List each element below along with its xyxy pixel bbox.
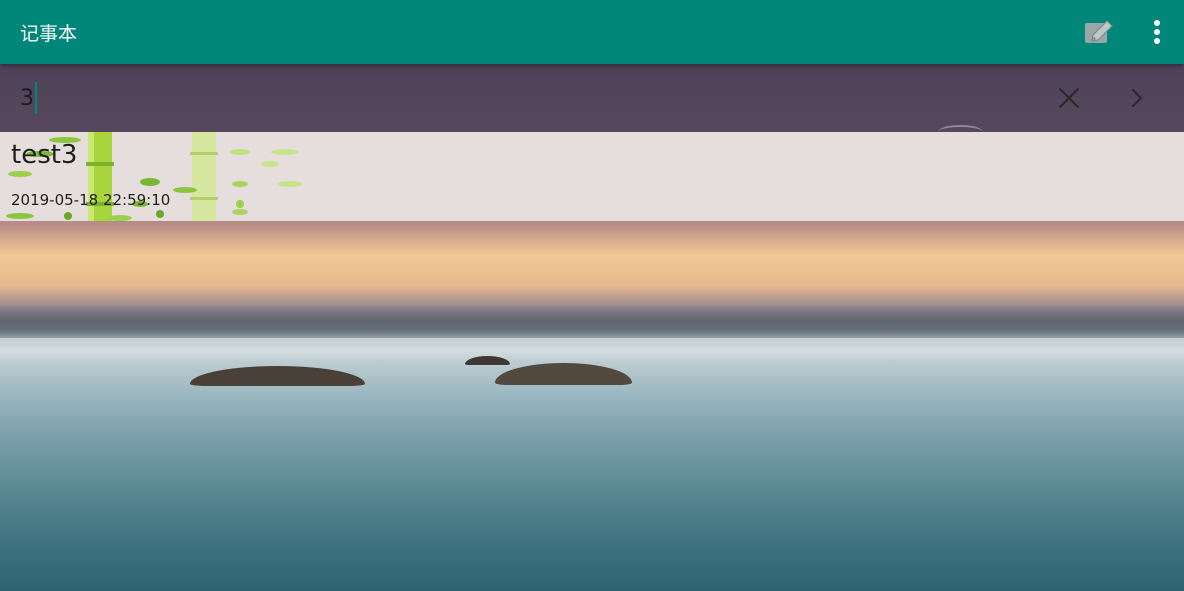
- clear-search-button[interactable]: [1049, 78, 1089, 118]
- edit-note-icon: [1085, 20, 1113, 43]
- overflow-menu-button[interactable]: [1145, 14, 1169, 50]
- search-query-text: 3: [20, 85, 34, 111]
- note-list-item[interactable]: test3 2019-05-18 22:59:10: [0, 132, 1184, 221]
- search-input[interactable]: 3: [20, 80, 1049, 116]
- text-cursor: [35, 82, 37, 114]
- background-mist: [0, 338, 1184, 362]
- app-title: 记事本: [20, 22, 78, 45]
- background-rock: [465, 356, 510, 365]
- app-bar: 记事本: [0, 0, 1184, 64]
- close-icon: [1058, 87, 1080, 109]
- note-timestamp: 2019-05-18 22:59:10: [11, 191, 171, 209]
- submit-search-button[interactable]: [1117, 78, 1157, 118]
- more-vert-icon: [1154, 20, 1160, 44]
- background-horizon: [0, 305, 1184, 337]
- notepad-screen: 记事本 3 test3 2019-05-18 22:59:10: [0, 0, 1184, 591]
- new-note-button[interactable]: [1081, 14, 1117, 50]
- note-title: test3: [11, 140, 78, 170]
- chevron-right-icon: [1131, 88, 1143, 108]
- background-rock: [495, 363, 632, 385]
- background-rock: [190, 366, 365, 386]
- search-bar: 3: [0, 64, 1184, 132]
